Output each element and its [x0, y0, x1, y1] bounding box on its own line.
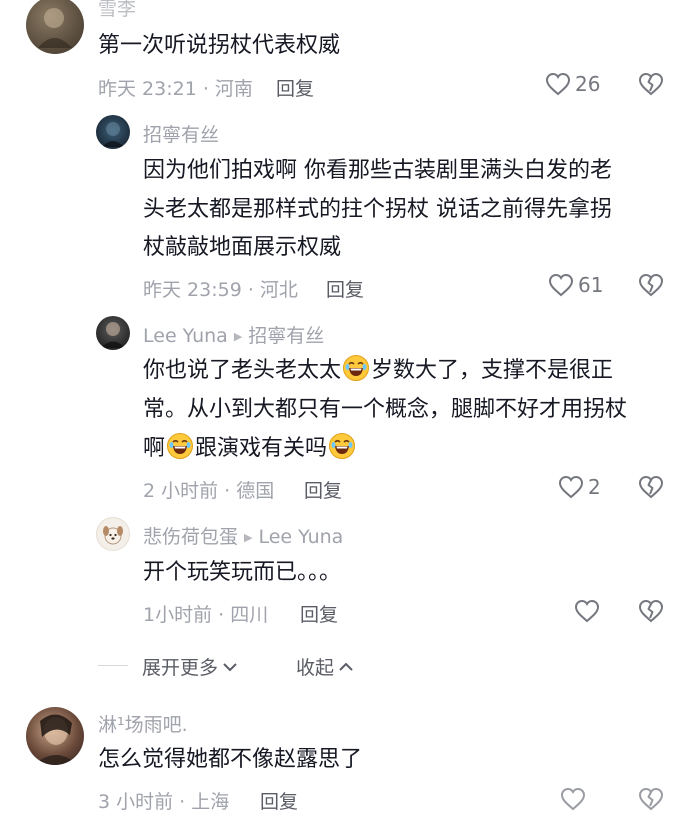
like-count: 2	[588, 475, 601, 499]
laugh-tears-emoji-icon	[343, 355, 370, 381]
broken-heart-icon	[638, 599, 664, 623]
comment-meta: 昨天 23:59 · 河北	[143, 279, 298, 301]
dislike-button[interactable]	[638, 787, 664, 815]
reply-to-username[interactable]: 招寧有丝	[248, 325, 324, 347]
comment-meta: 1小时前 · 四川	[143, 604, 269, 626]
comment-text: 怎么觉得她都不像赵露思了	[98, 747, 363, 772]
dislike-button[interactable]	[638, 273, 664, 301]
username[interactable]: Lee Yuna	[143, 325, 228, 347]
avatar-photo-icon	[101, 322, 125, 348]
text-segment: 啊	[143, 436, 166, 461]
dislike-button[interactable]	[638, 599, 664, 627]
comment-meta: 昨天 23:21 · 河南	[98, 78, 253, 100]
comment-username[interactable]: 雪李	[98, 0, 136, 21]
comment-text-line-2: 常。从小到大都只有一个概念，腿脚不好才用拐杖	[143, 397, 628, 422]
like-count: 61	[578, 273, 604, 297]
heart-icon	[574, 599, 600, 623]
text-segment: 跟演戏有关吗	[195, 436, 328, 461]
broken-heart-icon	[638, 273, 664, 297]
like-button[interactable]: 2	[558, 475, 601, 499]
heart-icon	[548, 273, 574, 297]
comment-username[interactable]: 招寧有丝	[143, 120, 219, 147]
comment-text-line-1: 你也说了老头老太太 岁数大了，支撑不是很正	[143, 352, 613, 390]
comment-username[interactable]: 淋¹场雨吧.	[98, 710, 188, 737]
comment-text: 开个玩笑玩而已。。。	[143, 560, 342, 585]
broken-heart-icon	[638, 72, 664, 96]
broken-heart-icon	[638, 787, 664, 811]
collapse-button[interactable]: 收起	[296, 653, 354, 680]
comment-meta: 3 小时前 · 上海	[98, 791, 230, 813]
text-segment: 你也说了老头老太太	[143, 358, 342, 383]
laugh-tears-emoji-icon	[329, 433, 356, 459]
reply-button[interactable]: 回复	[260, 787, 298, 814]
avatar-photo-icon	[38, 8, 72, 48]
username[interactable]: 悲伤荷包蛋	[143, 526, 238, 548]
expand-more-label: 展开更多	[142, 657, 219, 679]
text-segment: 岁数大了，支撑不是很正	[371, 358, 614, 383]
comment-meta: 2 小时前 · 德国	[143, 480, 275, 502]
avatar[interactable]	[26, 0, 84, 54]
comment-text-line-1: 因为他们拍戏啊 你看那些古装剧里满头白发的老	[143, 158, 612, 183]
chevron-up-icon	[339, 662, 353, 671]
expand-more-button[interactable]: 展开更多	[142, 653, 238, 680]
like-button[interactable]	[574, 599, 600, 627]
comment-text-line-3: 啊 跟演戏有关吗	[143, 430, 357, 468]
collapse-label: 收起	[296, 657, 335, 679]
comment-text-line-3: 杖敲敲地面展示权威	[143, 235, 342, 260]
avatar-dog-icon	[103, 526, 123, 545]
reply-button[interactable]: 回复	[276, 74, 314, 101]
comment-username[interactable]: Lee Yuna ▶ 招寧有丝	[143, 321, 324, 348]
thread-divider-line	[98, 665, 128, 666]
like-button[interactable]: 61	[548, 273, 603, 297]
broken-heart-icon	[638, 475, 664, 499]
chevron-down-icon	[223, 662, 237, 671]
comment-username[interactable]: 悲伤荷包蛋 ▶ Lee Yuna	[143, 522, 343, 549]
laugh-tears-emoji-icon	[167, 433, 194, 459]
like-button[interactable]	[560, 787, 586, 815]
reply-arrow-icon: ▶	[233, 330, 243, 343]
reply-arrow-icon: ▶	[244, 531, 253, 544]
heart-icon	[558, 475, 584, 499]
heart-icon	[545, 72, 571, 96]
avatar[interactable]	[96, 316, 130, 350]
avatar-photo-icon	[102, 122, 124, 147]
reply-button[interactable]: 回复	[300, 600, 338, 627]
like-button[interactable]: 26	[545, 72, 600, 96]
avatar[interactable]	[96, 517, 130, 551]
dislike-button[interactable]	[638, 475, 664, 503]
dislike-button[interactable]	[638, 72, 664, 100]
like-count: 26	[575, 72, 601, 96]
reply-button[interactable]: 回复	[326, 275, 364, 302]
avatar-photo-icon	[34, 714, 78, 765]
heart-icon	[560, 787, 586, 811]
reply-button[interactable]: 回复	[304, 476, 342, 503]
reply-to-username[interactable]: Lee Yuna	[258, 526, 343, 548]
comment-text: 第一次听说拐杖代表权威	[98, 33, 341, 58]
comment-text-line-2: 头老太都是那样式的拄个拐杖 说话之前得先拿拐	[143, 197, 612, 222]
avatar[interactable]	[96, 115, 130, 149]
avatar[interactable]	[26, 707, 84, 765]
